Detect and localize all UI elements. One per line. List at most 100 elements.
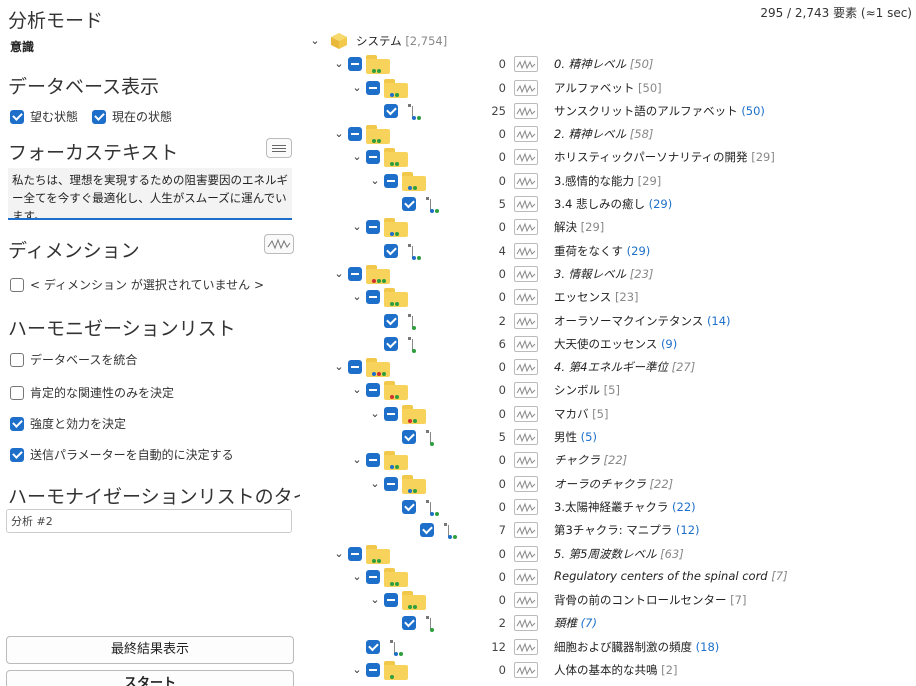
waveform-icon[interactable] — [514, 382, 538, 399]
chevron-down-icon[interactable]: ⌄ — [350, 81, 364, 95]
option-merge-db[interactable]: データベースを統合 — [10, 351, 137, 368]
waveform-icon[interactable] — [514, 568, 538, 585]
checkbox[interactable] — [92, 109, 106, 124]
option-positive-only[interactable]: 肯定的な関連性のみを決定 — [10, 384, 174, 401]
tree-row[interactable]: ⌄ 0 シンボル [5] — [300, 379, 916, 402]
partial-checkbox[interactable] — [348, 266, 362, 281]
checkbox[interactable] — [10, 416, 24, 431]
checkbox[interactable] — [10, 109, 24, 124]
tree-row[interactable]: 6 大天使のエッセンス (9) — [300, 333, 916, 356]
partial-checkbox[interactable] — [366, 383, 380, 398]
chevron-down-icon[interactable]: ⌄ — [332, 267, 346, 281]
analysis-mode-value[interactable]: 意識 — [10, 38, 34, 55]
waveform-icon[interactable] — [514, 56, 538, 73]
tree-row[interactable]: 25 サンスクリット語のアルファベット (50) — [300, 100, 916, 123]
waveform-icon[interactable] — [514, 359, 538, 376]
tree-row[interactable]: 5 男性 (5) — [300, 426, 916, 449]
chevron-down-icon[interactable]: ⌄ — [368, 407, 382, 421]
tree-row[interactable]: ⌄ 0 マカバ [5] — [300, 403, 916, 426]
tree-row[interactable]: ⌄ 0 ホリスティックパーソナリティの開発 [29] — [300, 146, 916, 169]
partial-checkbox[interactable] — [384, 593, 398, 608]
tree-row[interactable]: 2 オーラソーマクインテタンス (14) — [300, 310, 916, 333]
option-auto-params[interactable]: 送信パラメーターを自動的に決定する — [10, 446, 234, 463]
focus-text-input[interactable]: 私たちは、理想を実現するための阻害要因のエネルギー全てを今すぐ最適化し、人生がス… — [8, 168, 292, 220]
waveform-icon[interactable] — [514, 429, 538, 446]
tree-row[interactable]: ⌄ 0 4. 第4エネルギー準位 [27] — [300, 356, 916, 379]
checkbox[interactable] — [402, 197, 416, 212]
waveform-icon[interactable] — [264, 234, 294, 254]
chevron-down-icon[interactable]: ⌄ — [332, 127, 346, 141]
tree-root-row[interactable]: ⌄ システム [2,754] — [300, 30, 916, 53]
list-title-input[interactable] — [6, 509, 292, 533]
chevron-down-icon[interactable]: ⌄ — [332, 360, 346, 374]
checkbox[interactable] — [402, 430, 416, 445]
checkbox[interactable] — [366, 639, 380, 654]
waveform-icon[interactable] — [514, 522, 538, 539]
partial-checkbox[interactable] — [384, 173, 398, 188]
checkbox[interactable] — [10, 447, 24, 462]
chevron-down-icon[interactable]: ⌄ — [350, 220, 364, 234]
chevron-down-icon[interactable]: ⌄ — [350, 383, 364, 397]
chevron-down-icon[interactable]: ⌄ — [350, 150, 364, 164]
chevron-down-icon[interactable]: ⌄ — [332, 547, 346, 561]
tree-row[interactable]: ⌄ 0 3.感情的な能力 [29] — [300, 170, 916, 193]
tree-row[interactable]: 4 重荷をなくす (29) — [300, 240, 916, 263]
chevron-down-icon[interactable]: ⌄ — [368, 477, 382, 491]
tree-row[interactable]: ⌄ 0 2. 精神レベル [58] — [300, 123, 916, 146]
tree-row[interactable]: 7 第3チャクラ: マニプラ (12) — [300, 519, 916, 542]
partial-checkbox[interactable] — [366, 150, 380, 165]
partial-checkbox[interactable] — [366, 80, 380, 95]
tree-row[interactable]: ⌄ 0 3. 情報レベル [23] — [300, 263, 916, 286]
waveform-icon[interactable] — [514, 265, 538, 282]
waveform-icon[interactable] — [514, 196, 538, 213]
waveform-icon[interactable] — [514, 149, 538, 166]
dimension-select[interactable]: < ディメンション が選択されていません > — [10, 276, 264, 293]
waveform-icon[interactable] — [514, 289, 538, 306]
waveform-icon[interactable] — [514, 475, 538, 492]
tree-row[interactable]: ⌄ 0 人体の基本的な共鳴 [2] — [300, 659, 916, 682]
partial-checkbox[interactable] — [366, 663, 380, 678]
waveform-icon[interactable] — [514, 405, 538, 422]
waveform-icon[interactable] — [514, 592, 538, 609]
partial-checkbox[interactable] — [348, 360, 362, 375]
waveform-icon[interactable] — [514, 638, 538, 655]
partial-checkbox[interactable] — [384, 406, 398, 421]
waveform-icon[interactable] — [514, 662, 538, 679]
chevron-down-icon[interactable]: ⌄ — [350, 290, 364, 304]
chevron-down-icon[interactable]: ⌄ — [308, 34, 322, 48]
waveform-icon[interactable] — [514, 102, 538, 119]
tree-row[interactable]: 5 3.4 悲しみの癒し (29) — [300, 193, 916, 216]
checkbox[interactable] — [384, 103, 398, 118]
tree-row[interactable]: ⌄ 0 解決 [29] — [300, 216, 916, 239]
db-option-desired[interactable]: 望む状態 — [10, 108, 78, 125]
waveform-icon[interactable] — [514, 335, 538, 352]
partial-checkbox[interactable] — [366, 569, 380, 584]
chevron-down-icon[interactable]: ⌄ — [332, 57, 346, 71]
chevron-down-icon[interactable]: ⌄ — [350, 570, 364, 584]
tree-row[interactable]: ⌄ 0 Regulatory centers of the spinal cord … — [300, 566, 916, 589]
waveform-icon[interactable] — [514, 545, 538, 562]
chevron-down-icon[interactable]: ⌄ — [368, 174, 382, 188]
tree-row[interactable]: 2 頚椎 (7) — [300, 612, 916, 635]
waveform-icon[interactable] — [514, 242, 538, 259]
waveform-icon[interactable] — [514, 172, 538, 189]
partial-checkbox[interactable] — [348, 57, 362, 72]
list-icon[interactable] — [266, 138, 292, 158]
partial-checkbox[interactable] — [348, 546, 362, 561]
tree-row[interactable]: ⌄ 0 背骨の前のコントロールセンター [7] — [300, 589, 916, 612]
checkbox[interactable] — [420, 523, 434, 538]
tree-row[interactable]: ⌄ 0 5. 第5周波数レベル [63] — [300, 543, 916, 566]
checkbox[interactable] — [402, 616, 416, 631]
checkbox[interactable] — [384, 313, 398, 328]
waveform-icon[interactable] — [514, 452, 538, 469]
checkbox[interactable] — [384, 336, 398, 351]
waveform-icon[interactable] — [514, 312, 538, 329]
partial-checkbox[interactable] — [366, 290, 380, 305]
tree-row[interactable]: ⌄ 0 0. 精神レベル [50] — [300, 53, 916, 76]
db-option-current[interactable]: 現在の状態 — [92, 108, 172, 125]
tree-row[interactable]: ⌄ 0 チャクラ [22] — [300, 449, 916, 472]
checkbox[interactable] — [10, 352, 24, 367]
chevron-down-icon[interactable]: ⌄ — [368, 593, 382, 607]
tree-row[interactable]: ⌄ 0 アルファベット [50] — [300, 77, 916, 100]
waveform-icon[interactable] — [514, 498, 538, 515]
